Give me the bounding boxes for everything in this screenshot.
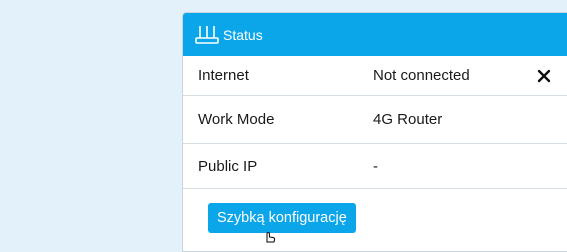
close-icon xyxy=(537,69,551,83)
status-row-work-mode: Work Mode 4G Router xyxy=(183,96,567,144)
quick-setup-button[interactable]: Szybką konfigurację xyxy=(208,203,356,233)
status-panel-title: Status xyxy=(223,26,263,43)
work-mode-label: Work Mode xyxy=(198,111,275,128)
hand-cursor-icon xyxy=(263,229,277,243)
work-mode-value: 4G Router xyxy=(373,111,443,128)
internet-label: Internet xyxy=(198,67,249,84)
internet-value: Not connected xyxy=(373,67,470,84)
status-panel-header: Status xyxy=(183,13,567,56)
status-row-public-ip: Public IP - xyxy=(183,144,567,189)
status-panel: Status Internet Not connected Work Mode … xyxy=(182,12,567,252)
status-row-internet: Internet Not connected xyxy=(183,56,567,96)
public-ip-value: - xyxy=(373,157,378,175)
public-ip-label: Public IP xyxy=(198,157,258,175)
router-icon xyxy=(194,24,220,46)
